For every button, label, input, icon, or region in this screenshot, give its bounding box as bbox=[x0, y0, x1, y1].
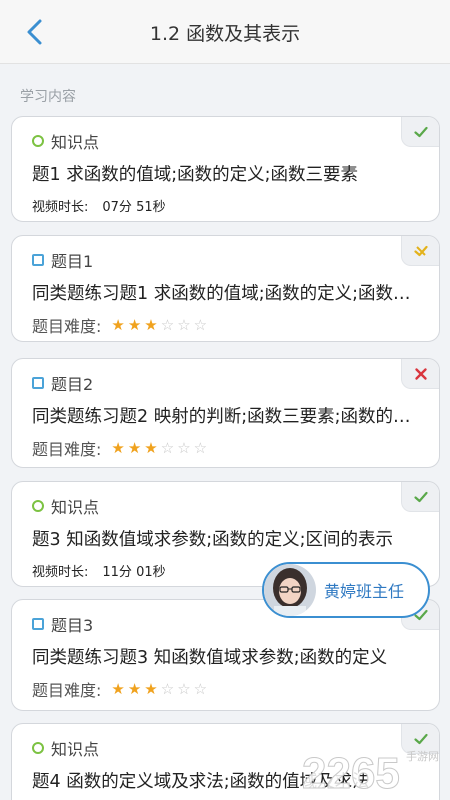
cross-icon bbox=[414, 367, 427, 380]
card-type-label: 知识点 bbox=[51, 740, 100, 759]
question-icon bbox=[32, 377, 44, 389]
difficulty-label: 题目难度: bbox=[32, 317, 102, 336]
difficulty-stars: ★★★☆☆☆ bbox=[111, 439, 210, 457]
card-title: 同类题练习题3 知函数值域求参数;函数的定义 bbox=[32, 648, 388, 668]
page-title: 1.2 函数及其表示 bbox=[149, 23, 301, 45]
star-empty-icon: ☆☆☆ bbox=[160, 680, 211, 698]
video-duration: 11分 01秒 bbox=[102, 565, 166, 580]
star-empty-icon: ☆☆☆ bbox=[160, 316, 211, 334]
status-badge bbox=[401, 359, 439, 389]
partial-check-icon bbox=[413, 245, 428, 256]
card-type-label: 题目1 bbox=[51, 252, 94, 271]
site-watermark: 2265 手游网 bbox=[300, 742, 450, 800]
status-badge bbox=[401, 482, 439, 512]
card-type-label: 知识点 bbox=[51, 498, 100, 517]
top-bar: 1.2 函数及其表示 bbox=[0, 0, 450, 64]
meta-label: 视频时长: bbox=[32, 565, 89, 580]
question-icon bbox=[32, 254, 44, 266]
svg-text:2265: 2265 bbox=[302, 749, 400, 798]
meta-label: 视频时长: bbox=[32, 200, 89, 215]
card-type-label: 题目3 bbox=[51, 616, 94, 635]
card-title: 题3 知函数值域求参数;函数的定义;区间的表示 bbox=[32, 530, 393, 550]
star-icon: ★★★ bbox=[111, 316, 161, 334]
question-card[interactable]: 题目1 同类题练习题1 求函数的值域;函数的定义;函数三要素 题目难度: ★★★☆… bbox=[11, 235, 440, 342]
status-badge bbox=[401, 117, 439, 147]
difficulty-stars: ★★★☆☆☆ bbox=[111, 680, 210, 698]
card-type-label: 题目2 bbox=[51, 375, 94, 394]
status-badge bbox=[401, 236, 439, 266]
question-card[interactable]: 题目2 同类题练习题2 映射的判断;函数三要素;函数的定义 题目难度: ★★★☆☆… bbox=[11, 358, 440, 468]
video-duration: 07分 51秒 bbox=[102, 200, 166, 215]
difficulty-label: 题目难度: bbox=[32, 681, 102, 700]
check-icon bbox=[413, 126, 428, 137]
card-title: 题1 求函数的值域;函数的定义;函数三要素 bbox=[32, 165, 358, 185]
card-title: 同类题练习题2 映射的判断;函数三要素;函数的定义 bbox=[32, 407, 421, 427]
difficulty-label: 题目难度: bbox=[32, 440, 102, 459]
star-icon: ★★★ bbox=[111, 680, 161, 698]
knowledge-point-icon bbox=[32, 500, 44, 512]
check-icon bbox=[413, 491, 428, 502]
star-empty-icon: ☆☆☆ bbox=[160, 439, 211, 457]
card-type-label: 知识点 bbox=[51, 133, 100, 152]
svg-text:手游网: 手游网 bbox=[406, 749, 439, 763]
question-icon bbox=[32, 618, 44, 630]
tutor-avatar bbox=[264, 564, 316, 616]
knowledge-point-icon bbox=[32, 742, 44, 754]
tutor-chat-button[interactable]: 黄婷班主任 bbox=[262, 562, 430, 618]
tutor-name: 黄婷班主任 bbox=[324, 582, 405, 601]
card-title: 同类题练习题1 求函数的值域;函数的定义;函数三要素 bbox=[32, 284, 421, 304]
section-label: 学习内容 bbox=[20, 89, 76, 105]
star-icon: ★★★ bbox=[111, 439, 161, 457]
knowledge-card[interactable]: 知识点 题1 求函数的值域;函数的定义;函数三要素 视频时长: 07分 51秒 bbox=[11, 116, 440, 222]
difficulty-stars: ★★★☆☆☆ bbox=[111, 316, 210, 334]
knowledge-point-icon bbox=[32, 135, 44, 147]
